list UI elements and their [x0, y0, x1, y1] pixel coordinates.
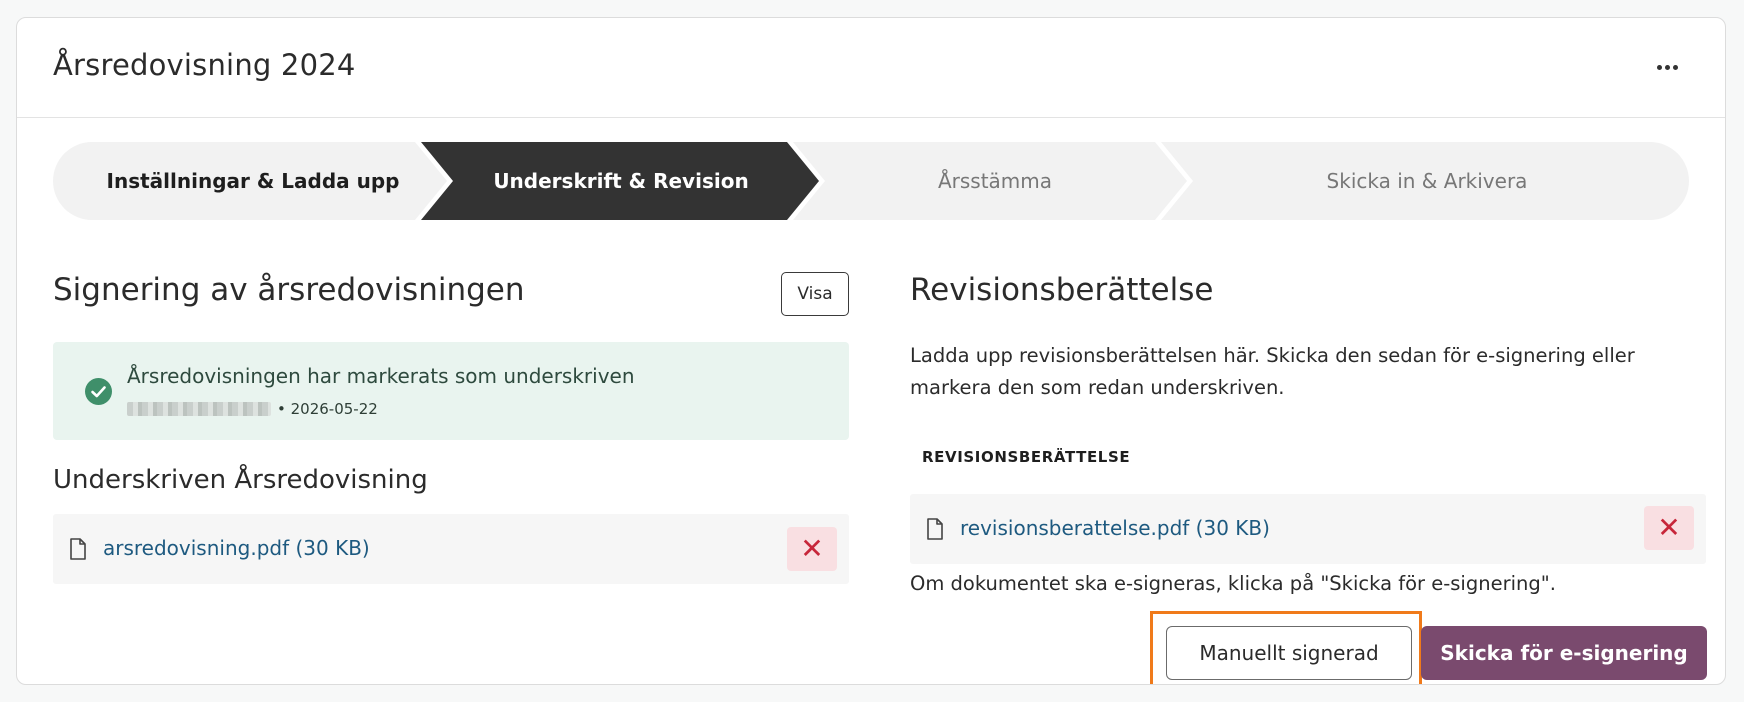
signing-section: Signering av årsredovisningen Visa Årsre…: [53, 272, 849, 584]
manually-signed-button[interactable]: Manuellt signerad: [1166, 626, 1412, 680]
check-circle-icon: [85, 378, 112, 405]
audit-report-file-link[interactable]: revisionsberattelse.pdf (30 KB): [960, 516, 1270, 540]
delete-audit-report-button[interactable]: ✕: [1644, 506, 1694, 550]
step-annual-meeting[interactable]: Årsstämma: [819, 142, 1171, 220]
step-settings-upload[interactable]: Inställningar & Ladda upp: [73, 142, 433, 220]
signed-status-meta: • 2026-05-22: [127, 400, 378, 418]
audit-report-file-row: revisionsberattelse.pdf (30 KB) ✕: [910, 494, 1706, 564]
signed-report-file-row: arsredovisning.pdf (30 KB) ✕: [53, 514, 849, 584]
delete-signed-report-button[interactable]: ✕: [787, 527, 837, 571]
page-title: Årsredovisning 2024: [53, 48, 356, 82]
progress-stepper: Inställningar & Ladda upp Underskrift & …: [53, 142, 1689, 220]
esign-hint: Om dokumentet ska e-signeras, klicka på …: [910, 572, 1556, 595]
signed-date: • 2026-05-22: [277, 400, 378, 418]
signed-report-title: Underskriven Årsredovisning: [53, 465, 428, 495]
signing-title: Signering av årsredovisningen: [53, 272, 525, 308]
audit-report-title: Revisionsberättelse: [910, 272, 1214, 308]
send-for-esign-button[interactable]: Skicka för e-signering: [1421, 626, 1707, 680]
file-icon: [927, 518, 943, 540]
signed-report-file-link[interactable]: arsredovisning.pdf (30 KB): [103, 536, 370, 560]
file-icon: [70, 538, 86, 560]
redacted-signer-name: [127, 402, 271, 416]
card-header: Årsredovisning 2024: [17, 18, 1725, 118]
more-horizontal-icon: [1656, 64, 1662, 70]
annual-report-card: Årsredovisning 2024 Inställningar & Ladd…: [16, 17, 1726, 685]
signed-status-message: Årsredovisningen har markerats som under…: [127, 364, 635, 388]
step-submit-archive[interactable]: Skicka in & Arkivera: [1187, 142, 1667, 220]
audit-file-label: REVISIONSBERÄTTELSE: [922, 448, 1131, 466]
signed-status-banner: Årsredovisningen har markerats som under…: [53, 342, 849, 440]
step-signature-audit[interactable]: Underskrift & Revision: [443, 142, 799, 220]
view-button[interactable]: Visa: [781, 272, 849, 316]
audit-report-section: Revisionsberättelse Ladda upp revisionsb…: [910, 272, 1710, 684]
audit-report-description: Ladda upp revisionsberättelsen här. Skic…: [910, 344, 1635, 399]
more-options-button[interactable]: [1649, 52, 1685, 82]
